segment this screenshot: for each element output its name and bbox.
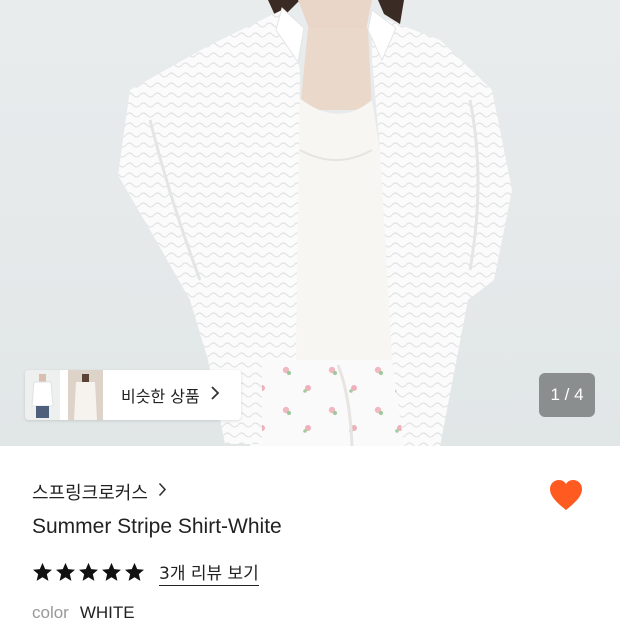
wishlist-heart-icon[interactable] [548, 478, 584, 514]
similar-products-button[interactable]: 비슷한 상품 [25, 370, 241, 420]
product-image-gallery[interactable]: 비슷한 상품 1 / 4 [0, 0, 620, 446]
review-link[interactable]: 3개 리뷰 보기 [159, 559, 259, 586]
star-icon [56, 562, 75, 581]
star-icon [125, 562, 144, 581]
image-counter: 1 / 4 [539, 373, 595, 417]
color-value: WHITE [79, 603, 135, 622]
brand-name: 스프링크로커스 [32, 483, 148, 504]
product-title: Summer Stripe Shirt-White [32, 515, 282, 538]
rating-row: 3개 리뷰 보기 [32, 559, 259, 586]
star-icon [102, 562, 121, 581]
chevron-right-icon [158, 482, 167, 502]
color-label: color [32, 603, 69, 622]
rating-stars [32, 562, 147, 582]
star-icon [79, 562, 98, 581]
similar-thumbnail-2 [68, 370, 103, 420]
star-icon [33, 562, 52, 581]
brand-link[interactable]: 스프링크로커스 [32, 478, 167, 506]
similar-thumbnail-1 [25, 370, 60, 420]
similar-products-label: 비슷한 상품 [121, 387, 200, 406]
chevron-right-icon [210, 385, 220, 405]
color-row: color WHITE [32, 603, 135, 623]
